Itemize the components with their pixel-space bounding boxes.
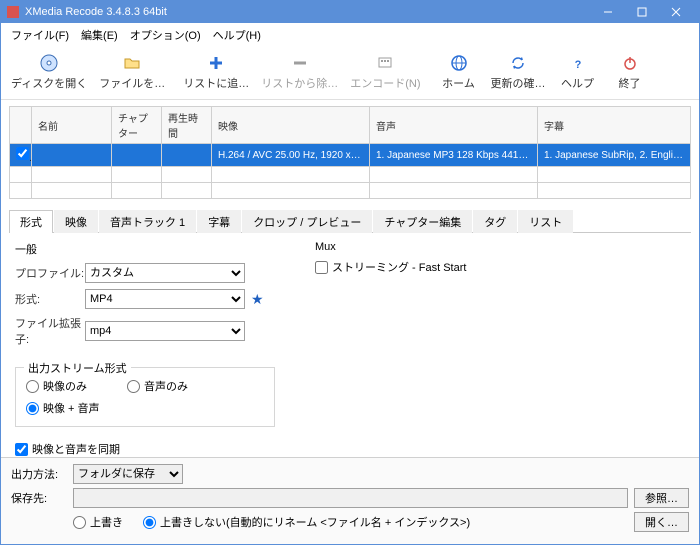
cell-duration: [162, 144, 212, 167]
tab-audio[interactable]: 音声トラック 1: [99, 210, 196, 233]
add-to-list-button[interactable]: リストに追…: [177, 51, 255, 93]
help-label: ヘルプ: [561, 75, 594, 91]
folder-icon: [122, 53, 142, 73]
app-logo-icon: [7, 6, 19, 18]
menu-file[interactable]: ファイル(F): [5, 25, 75, 45]
tab-format[interactable]: 形式: [9, 210, 53, 233]
output-method-label: 出力方法:: [11, 466, 67, 482]
output-method-select[interactable]: フォルダに保存: [73, 464, 183, 484]
profile-label: プロファイル:: [15, 265, 85, 281]
home-button[interactable]: ホーム: [433, 51, 485, 93]
open-file-button[interactable]: ファイルを…: [93, 51, 171, 93]
col-check[interactable]: [10, 107, 32, 144]
help-icon: ?: [568, 53, 588, 73]
ext-select[interactable]: mp4: [85, 321, 245, 341]
disc-icon: [39, 53, 59, 73]
remove-label: リストから除…: [261, 75, 338, 91]
browse-button[interactable]: 参照…: [634, 488, 689, 508]
menu-options[interactable]: オプション(O): [124, 25, 207, 45]
plus-icon: [206, 53, 226, 73]
open-button[interactable]: 開く…: [634, 512, 689, 532]
profile-select[interactable]: カスタム: [85, 263, 245, 283]
row-check[interactable]: [10, 144, 32, 167]
cell-subtitle: 1. Japanese SubRip, 2. English SubRip: [538, 144, 691, 167]
update-button[interactable]: 更新の確…: [485, 51, 552, 93]
sync-checkbox-label[interactable]: 映像と音声を同期: [15, 441, 685, 457]
minus-icon: [290, 53, 310, 73]
col-audio[interactable]: 音声: [370, 107, 538, 144]
open-disc-label: ディスクを開く: [11, 75, 87, 91]
general-title: 一般: [15, 241, 275, 257]
tab-subtitle[interactable]: 字幕: [197, 210, 241, 233]
add-label: リストに追…: [183, 75, 249, 91]
tab-chapter[interactable]: チャプター編集: [373, 210, 472, 233]
svg-text:?: ?: [574, 59, 581, 71]
cell-name: [32, 144, 112, 167]
format-select[interactable]: MP4: [85, 289, 245, 309]
toolbar: ディスクを開く ファイルを… リストに追… リストから除… エンコード(N) ホ…: [1, 47, 699, 100]
globe-icon: [449, 53, 469, 73]
mux-title: Mux: [315, 241, 685, 253]
encode-label: エンコード(N): [350, 75, 420, 91]
tab-bar: 形式 映像 音声トラック 1 字幕 クロップ / プレビュー チャプター編集 タ…: [9, 209, 691, 233]
file-list-area: 名前 チャプター 再生時間 映像 音声 字幕 H.264 / AVC 25.00…: [1, 100, 699, 205]
update-label: 更新の確…: [491, 75, 546, 91]
output-panel: 出力方法: フォルダに保存 保存先: 参照… 上書き 上書きしない(自動的にリネ…: [1, 457, 699, 544]
col-name[interactable]: 名前: [32, 107, 112, 144]
faststart-checkbox[interactable]: [315, 261, 328, 274]
close-button[interactable]: [659, 1, 693, 23]
output-dest-input[interactable]: [73, 488, 628, 508]
col-chapter[interactable]: チャプター: [112, 107, 162, 144]
col-subtitle[interactable]: 字幕: [538, 107, 691, 144]
menu-help[interactable]: ヘルプ(H): [207, 25, 267, 45]
faststart-checkbox-label[interactable]: ストリーミング - Fast Start: [315, 259, 685, 275]
tab-list[interactable]: リスト: [518, 210, 573, 233]
tab-content-format: 一般 プロファイル: カスタム 形式: MP4 ★ ファイル拡張子: mp4 M…: [1, 233, 699, 457]
cell-video: H.264 / AVC 25.00 Hz, 1920 x 1080 (16:…: [212, 144, 370, 167]
remove-from-list-button[interactable]: リストから除…: [255, 51, 344, 93]
radio-audio-only[interactable]: 音声のみ: [127, 378, 188, 394]
favorite-icon[interactable]: ★: [251, 291, 264, 308]
cell-audio: 1. Japanese MP3 128 Kbps 44100 Hz Stereo…: [370, 144, 538, 167]
ext-label: ファイル拡張子:: [15, 315, 85, 347]
open-disc-button[interactable]: ディスクを開く: [5, 51, 93, 93]
row-checkbox[interactable]: [16, 147, 29, 160]
open-file-label: ファイルを…: [99, 75, 165, 91]
help-button[interactable]: ? ヘルプ: [552, 51, 604, 93]
encode-button[interactable]: エンコード(N): [344, 51, 426, 93]
table-row[interactable]: [10, 183, 691, 199]
sync-checkbox[interactable]: [15, 443, 28, 456]
radio-no-overwrite[interactable]: 上書きしない(自動的にリネーム <ファイル名 + インデックス>): [143, 514, 470, 530]
col-duration[interactable]: 再生時間: [162, 107, 212, 144]
window-title: XMedia Recode 3.4.8.3 64bit: [25, 6, 591, 18]
table-row[interactable]: [10, 167, 691, 183]
file-table[interactable]: 名前 チャプター 再生時間 映像 音声 字幕 H.264 / AVC 25.00…: [9, 106, 691, 199]
maximize-button[interactable]: [625, 1, 659, 23]
menu-bar: ファイル(F) 編集(E) オプション(O) ヘルプ(H): [1, 23, 699, 47]
home-label: ホーム: [442, 75, 475, 91]
output-stream-title: 出力ストリーム形式: [24, 360, 131, 376]
sync-text: 映像と音声を同期: [32, 441, 120, 457]
power-icon: [620, 53, 640, 73]
exit-label: 終了: [619, 75, 641, 91]
tab-crop[interactable]: クロップ / プレビュー: [242, 210, 372, 233]
radio-overwrite[interactable]: 上書き: [73, 514, 123, 530]
refresh-icon: [508, 53, 528, 73]
table-row[interactable]: H.264 / AVC 25.00 Hz, 1920 x 1080 (16:… …: [10, 144, 691, 167]
output-dest-label: 保存先:: [11, 490, 67, 506]
faststart-text: ストリーミング - Fast Start: [332, 259, 466, 275]
col-video[interactable]: 映像: [212, 107, 370, 144]
format-label: 形式:: [15, 291, 85, 307]
encode-icon: [375, 53, 395, 73]
radio-video-only[interactable]: 映像のみ: [26, 378, 87, 394]
menu-edit[interactable]: 編集(E): [75, 25, 124, 45]
radio-both[interactable]: 映像 + 音声: [26, 400, 264, 416]
minimize-button[interactable]: [591, 1, 625, 23]
tab-video[interactable]: 映像: [54, 210, 98, 233]
title-bar: XMedia Recode 3.4.8.3 64bit: [1, 1, 699, 23]
exit-button[interactable]: 終了: [604, 51, 656, 93]
cell-chapter: [112, 144, 162, 167]
tab-tag[interactable]: タグ: [473, 210, 517, 233]
output-stream-group: 出力ストリーム形式 映像のみ 音声のみ 映像 + 音声: [15, 367, 275, 427]
